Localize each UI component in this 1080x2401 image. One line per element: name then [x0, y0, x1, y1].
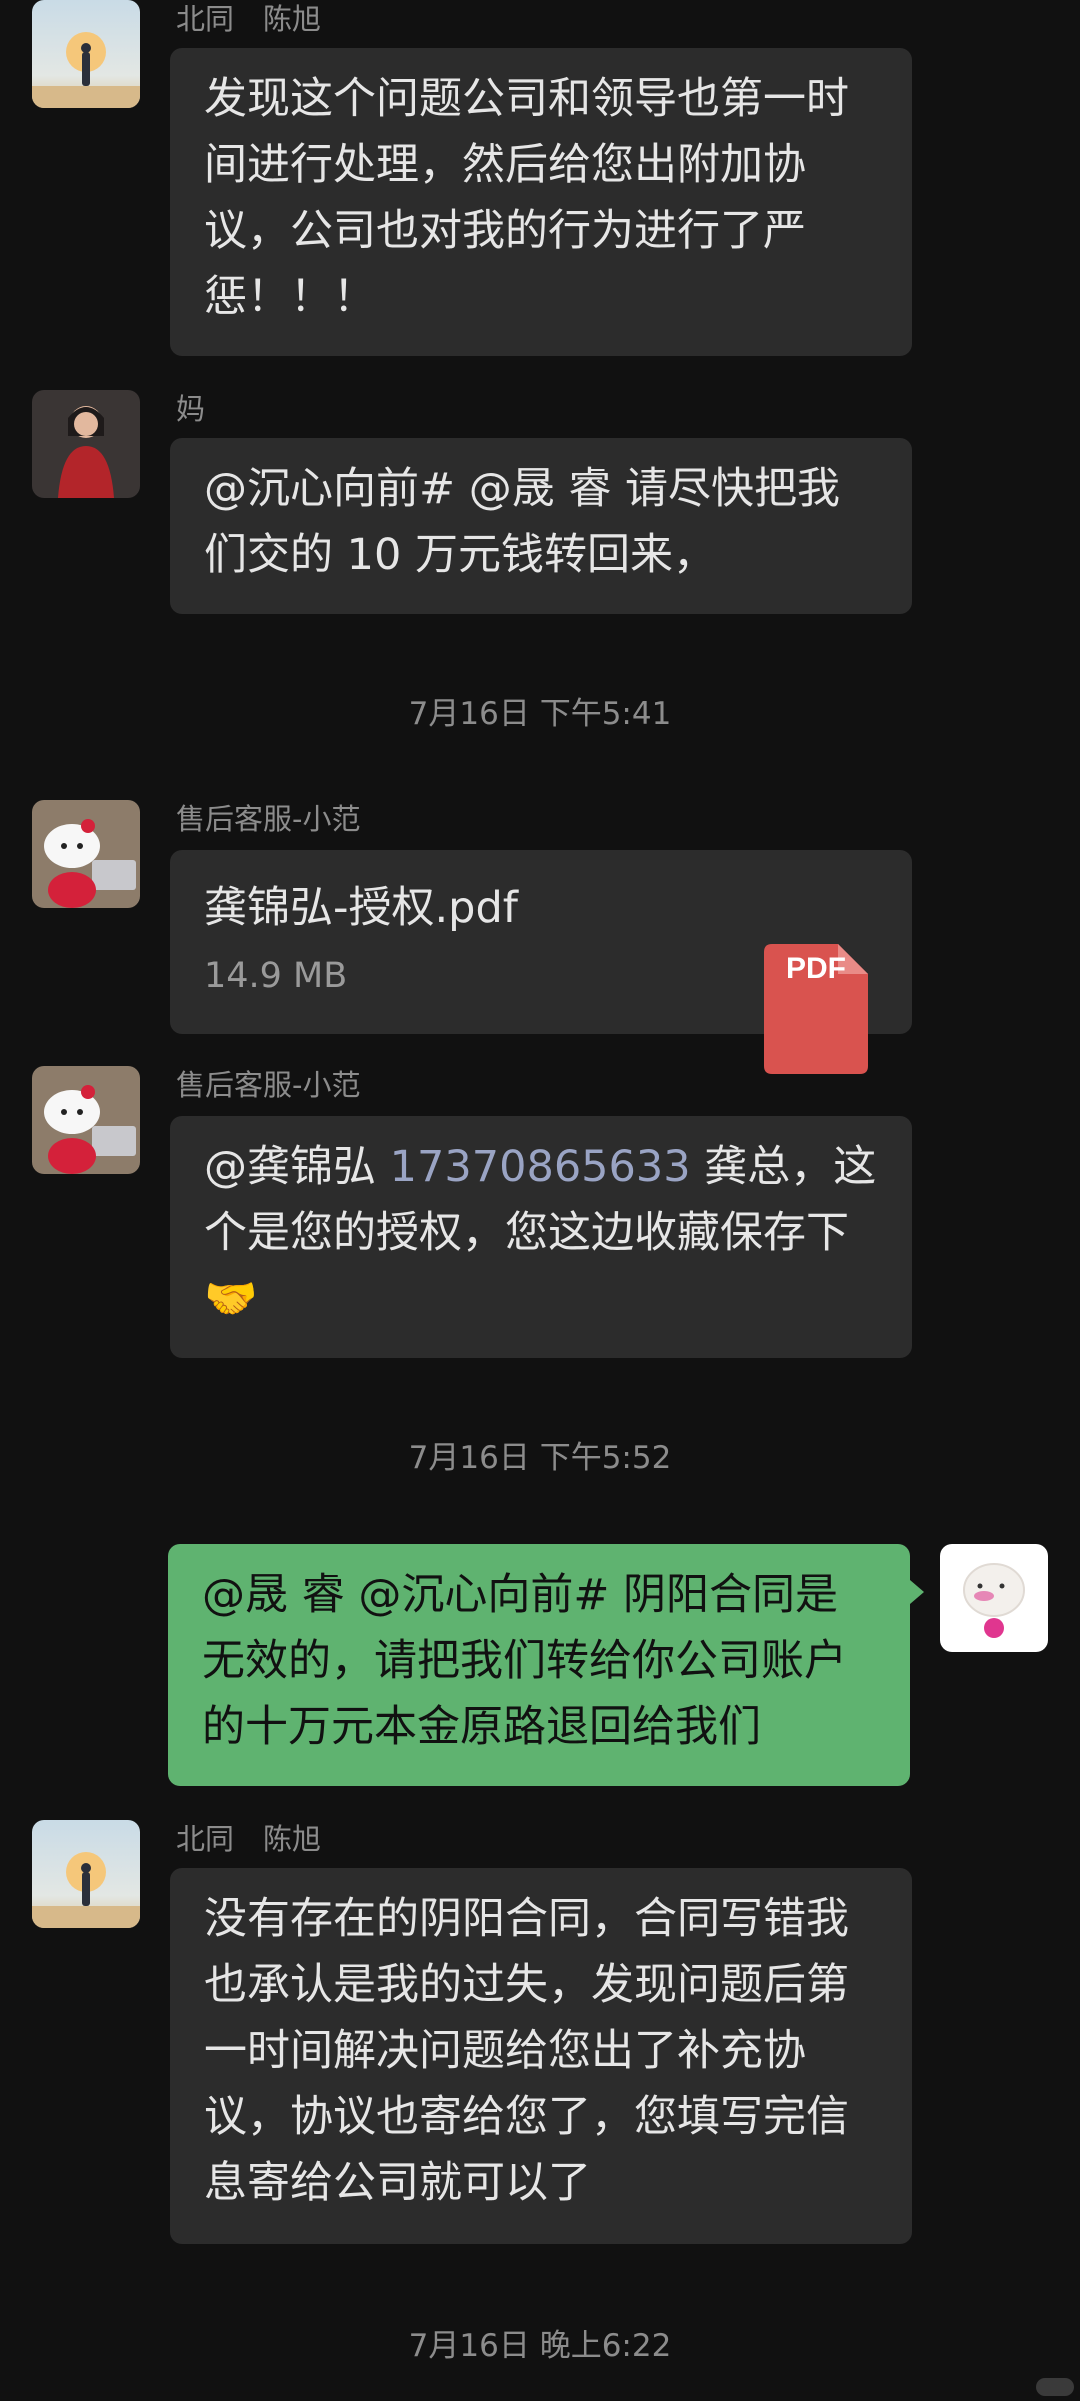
watermark-badge: [1036, 2378, 1074, 2396]
avatar-image: [32, 390, 140, 498]
message-bubble[interactable]: @沉心向前# @晟 睿 请尽快把我 们交的 10 万元钱转回来，: [170, 438, 912, 614]
avatar-sunset-person[interactable]: [32, 0, 140, 108]
avatar-sunset-person[interactable]: [32, 1820, 140, 1928]
pdf-icon-label: PDF: [786, 952, 846, 985]
message-text: @龚锦弘: [204, 1142, 390, 1192]
avatar-image: [32, 800, 140, 908]
timestamp: 7月16日 晚上6:22: [408, 2328, 672, 2364]
avatar-image: [32, 1820, 140, 1928]
sender-name: 北同 陈旭: [176, 1822, 322, 1856]
file-message-bubble[interactable]: 龚锦弘-授权.pdf 14.9 MB PDF: [170, 850, 912, 1074]
sender-name: 妈: [176, 392, 206, 426]
avatar-image: [940, 1544, 1048, 1652]
message-bubble[interactable]: 发现这个问题公司和领导也第一时 间进行处理，然后给您出附加协 议，公司也对我的行…: [170, 48, 912, 356]
file-size: 14.9 MB: [204, 956, 348, 996]
phone-number-link[interactable]: 17370865633: [390, 1142, 691, 1192]
timestamp: 7月16日 下午5:41: [408, 696, 672, 732]
avatar-self[interactable]: [940, 1544, 1048, 1652]
outgoing-message-bubble[interactable]: @晟 睿 @沉心向前# 阴阳合同是 无效的，请把我们转给你公司账户 的十万元本金…: [168, 1544, 924, 1786]
sender-name: 售后客服-小范: [176, 1068, 361, 1102]
message-bubble[interactable]: 没有存在的阴阳合同，合同写错我 也承认是我的过失，发现问题后第 一时间解决问题给…: [170, 1868, 912, 2244]
timestamp: 7月16日 下午5:52: [408, 1440, 672, 1476]
avatar-woman-red[interactable]: [32, 390, 140, 498]
message-bubble[interactable]: @龚锦弘 17370865633 龚总，这 个是您的授权，您这边收藏保存下 🤝: [170, 1116, 912, 1358]
sender-name: 北同 陈旭: [176, 2, 322, 36]
chat-message-list[interactable]: 北同 陈旭 发现这个问题公司和领导也第一时 间进行处理，然后给您出附加协 议，公…: [0, 0, 1080, 2401]
sender-name: 售后客服-小范: [176, 802, 361, 836]
avatar-image: [32, 1066, 140, 1174]
avatar-image: [32, 0, 140, 108]
file-name: 龚锦弘-授权.pdf: [204, 883, 518, 933]
avatar-hello-kitty[interactable]: [32, 1066, 140, 1174]
handshake-emoji-icon: 🤝: [204, 1274, 258, 1324]
pdf-file-icon: PDF: [764, 878, 868, 1074]
avatar-hello-kitty[interactable]: [32, 800, 140, 908]
